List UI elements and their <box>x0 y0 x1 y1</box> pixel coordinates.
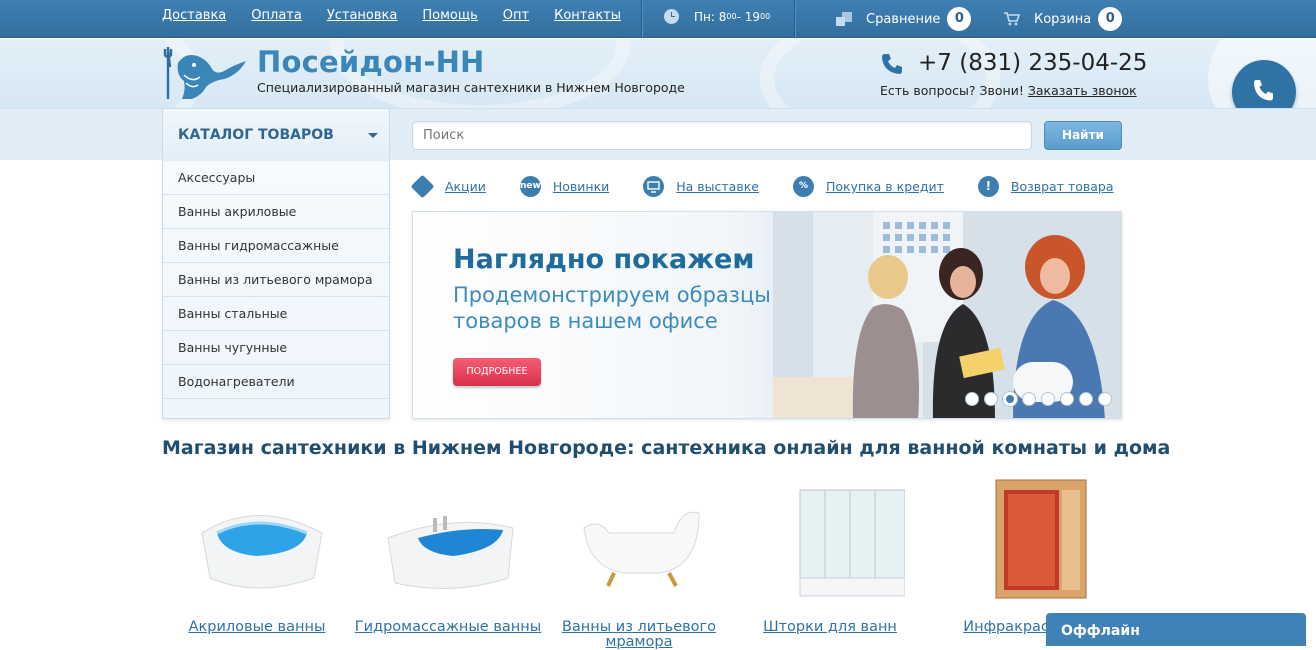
phone-number[interactable]: +7 (831) 235-04-25 <box>918 50 1147 76</box>
product-name[interactable]: Гидромассажные ванны <box>353 620 543 635</box>
slider-dot[interactable] <box>1022 392 1036 406</box>
quick-link-label[interactable]: Покупка в кредит <box>826 179 944 194</box>
working-hours: Пн: 8 00 - 19 00 <box>664 9 770 24</box>
acrylic-bath-image <box>201 515 323 589</box>
product-card-acrylic[interactable]: Акриловые ванны <box>162 478 352 635</box>
product-card-shower-screens[interactable]: Шторки для ванн <box>735 478 925 635</box>
section-title: Магазин сантехники в Нижнем Новгороде: с… <box>162 437 1171 459</box>
infrared-sauna-image <box>995 479 1087 599</box>
slider-dot[interactable] <box>984 392 998 406</box>
slider-dot[interactable] <box>1041 392 1055 406</box>
search-input[interactable] <box>412 121 1032 150</box>
nav-help-link[interactable]: Помощь <box>422 8 477 23</box>
product-card-infrared[interactable]: Инфракрасные <box>926 478 1116 635</box>
exclamation-icon: ! <box>977 176 999 197</box>
product-name[interactable]: Акриловые ванны <box>162 620 352 635</box>
display-icon <box>643 176 665 197</box>
hours-open-minutes: 00 <box>726 12 737 21</box>
product-categories: Акриловые ванны Гидромассажные ванны Ван… <box>162 478 1122 650</box>
product-card-hydromassage[interactable]: Гидромассажные ванны <box>353 478 543 635</box>
call-button[interactable] <box>1232 60 1296 108</box>
nav-installation-link[interactable]: Установка <box>327 8 398 23</box>
nav-payment-link[interactable]: Оплата <box>251 8 302 23</box>
catalog-button[interactable]: КАТАЛОГ ТОВАРОВ <box>162 108 390 161</box>
clawfoot-bath-image <box>583 511 700 587</box>
top-bar: Доставка Оплата Установка Помощь Опт Кон… <box>0 0 1316 38</box>
order-callback-link[interactable]: Заказать звонок <box>1028 83 1137 98</box>
showroom-photo <box>773 212 1121 418</box>
banner-more-button[interactable]: ПОДРОБНЕЕ <box>453 358 541 386</box>
callback-line: Есть вопросы? Звони! Заказать звонок <box>880 83 1137 98</box>
top-nav: Доставка Оплата Установка Помощь Опт Кон… <box>162 8 646 23</box>
slider-dot[interactable] <box>1079 392 1093 406</box>
slider-dot[interactable] <box>1060 392 1074 406</box>
promo-banner[interactable]: Наглядно покажем Продемонстрируем образц… <box>412 211 1122 419</box>
catalog-menu: Аксессуары Ванны акриловые Ванны гидрома… <box>162 160 390 419</box>
slider-dot[interactable] <box>965 392 979 406</box>
catalog-item-accessories[interactable]: Аксессуары <box>163 161 389 195</box>
slider-dot-active[interactable] <box>1003 392 1017 406</box>
clock-icon <box>664 9 679 24</box>
quick-link-showroom[interactable]: На выставке <box>643 176 759 197</box>
nav-wholesale-link[interactable]: Опт <box>503 8 529 23</box>
quick-links: Акции new Новинки На выставке % Покупка … <box>410 174 1148 199</box>
cart-link[interactable]: Корзина 0 <box>1004 7 1123 31</box>
poseidon-logo[interactable] <box>162 45 252 101</box>
nav-contacts-link[interactable]: Контакты <box>554 8 621 23</box>
compare-count-badge: 0 <box>947 7 972 31</box>
banner-heading: Наглядно покажем <box>453 244 755 275</box>
catalog-item-acrylic-baths[interactable]: Ванны акриловые <box>163 195 389 229</box>
callback-text: Есть вопросы? Звони! <box>880 83 1024 98</box>
quick-link-promotions[interactable]: Акции <box>410 174 486 199</box>
divider <box>794 0 795 38</box>
percent-icon: % <box>792 176 814 197</box>
slider-dots <box>965 392 1117 406</box>
cart-icon <box>1004 12 1021 26</box>
catalog-item-cast-marble-baths[interactable]: Ванны из литьевого мрамора <box>163 263 389 297</box>
slider-dot[interactable] <box>1098 392 1112 406</box>
site-title[interactable]: Посейдон-НН <box>257 45 485 79</box>
site-subtitle: Специализированный магазин сантехники в … <box>257 80 685 95</box>
cart-count-badge: 0 <box>1098 7 1123 31</box>
search-button[interactable]: Найти <box>1044 121 1122 150</box>
catalog-item-hydromassage-baths[interactable]: Ванны гидромассажные <box>163 229 389 263</box>
catalog-item-steel-baths[interactable]: Ванны стальные <box>163 297 389 331</box>
chevron-down-icon <box>368 133 378 138</box>
hydromassage-bath-image <box>387 516 514 589</box>
quick-link-label[interactable]: Новинки <box>553 179 609 194</box>
phone-icon <box>882 54 902 74</box>
catalog-item-cast-iron-baths[interactable]: Ванны чугунные <box>163 331 389 365</box>
divider <box>641 0 642 38</box>
compare-link[interactable]: Сравнение 0 <box>836 7 972 31</box>
site-header: Посейдон-НН Специализированный магазин с… <box>0 39 1316 108</box>
hours-mid: - 19 <box>736 9 760 24</box>
hours-prefix: Пн: 8 <box>694 9 727 24</box>
chat-widget-offline[interactable]: Оффлайн <box>1046 613 1306 646</box>
tag-icon <box>410 174 435 199</box>
product-name[interactable]: Шторки для ванн <box>735 620 925 635</box>
new-icon: new <box>519 176 541 197</box>
cart-label: Корзина <box>1034 11 1092 27</box>
nav-delivery-link[interactable]: Доставка <box>162 8 226 23</box>
product-card-cast-marble[interactable]: Ванны из литьевого мрамора <box>544 478 734 650</box>
compare-icon <box>836 12 852 26</box>
catalog-button-label: КАТАЛОГ ТОВАРОВ <box>178 127 334 143</box>
quick-link-new[interactable]: new Новинки <box>519 176 609 197</box>
quick-link-label[interactable]: На выставке <box>676 179 759 194</box>
catalog-item-water-heaters[interactable]: Водонагреватели <box>163 365 389 399</box>
quick-link-returns[interactable]: ! Возврат товара <box>977 176 1114 197</box>
banner-text: Продемонстрируем образцы товаров в нашем… <box>453 283 771 333</box>
quick-link-label[interactable]: Возврат товара <box>1011 179 1114 194</box>
quick-link-label[interactable]: Акции <box>445 179 486 194</box>
phone-icon <box>1254 80 1273 101</box>
quick-link-credit[interactable]: % Покупка в кредит <box>792 176 944 197</box>
compare-label: Сравнение <box>866 11 941 27</box>
shower-screen-image <box>799 489 906 597</box>
hours-close-minutes: 00 <box>759 12 771 21</box>
